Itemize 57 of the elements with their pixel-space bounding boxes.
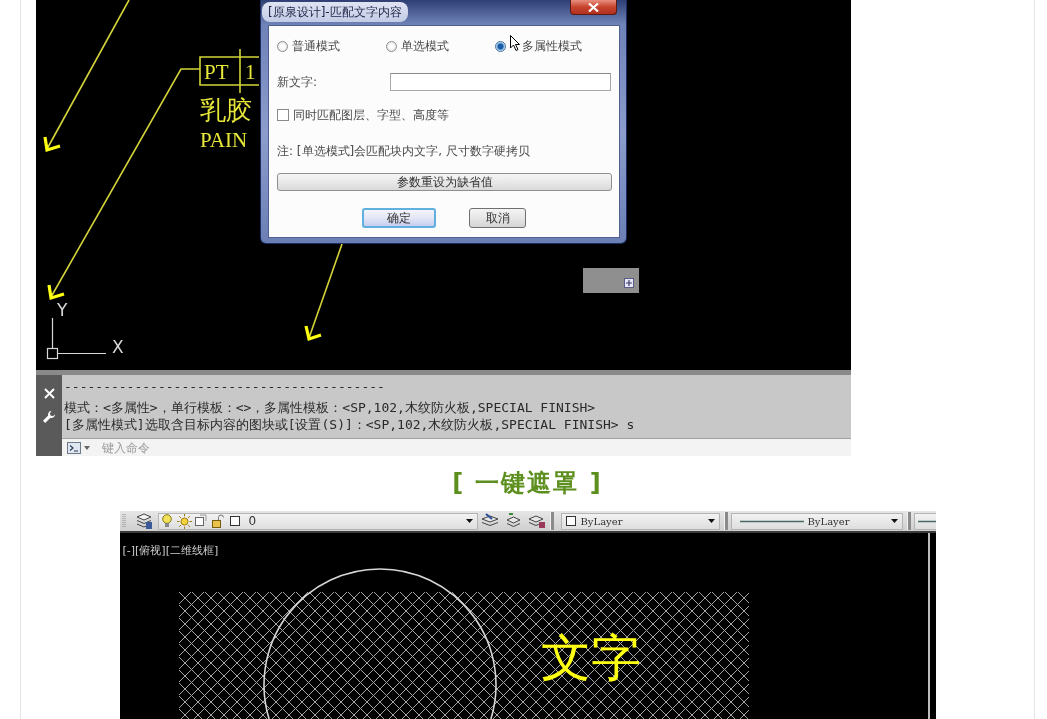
tag-number: 1 bbox=[245, 60, 256, 84]
dialog-title: [原泉设计]-匹配文字内容 bbox=[262, 2, 408, 22]
line-sample-icon bbox=[917, 519, 936, 523]
radio-label[interactable]: 单选模式 bbox=[401, 38, 449, 54]
section-caption: [ 一键遮罩 ] bbox=[451, 468, 604, 499]
close-icon bbox=[588, 2, 599, 12]
layers-icon[interactable] bbox=[480, 513, 499, 529]
color-dropdown[interactable]: ByLayer bbox=[560, 512, 720, 530]
checkbox-label[interactable]: 同时匹配图层、字型、高度等 bbox=[293, 106, 449, 124]
layers-icon[interactable] bbox=[505, 513, 521, 529]
prompt-icon[interactable] bbox=[67, 441, 81, 454]
ucs-icon bbox=[46, 317, 107, 360]
radio-label[interactable]: 普通模式 bbox=[292, 38, 340, 54]
radio-label[interactable]: 多属性模式 bbox=[522, 38, 582, 54]
tag-frame bbox=[199, 48, 260, 94]
caret-icon bbox=[890, 519, 898, 523]
drawing-label: PAIN bbox=[200, 130, 248, 151]
command-history-line: [多属性模式]选取含目标内容的图块或[设置(S)]：<SP,102,木纹防火板,SPECIAL FINISH> s bbox=[64, 416, 635, 433]
new-text-field[interactable] bbox=[390, 73, 611, 91]
note-text: 注: [单选模式]会匹配块内文字, 尺寸数字硬拷贝 bbox=[277, 143, 531, 159]
viewport-label[interactable]: [-][俯视][二维线框] bbox=[122, 544, 219, 557]
plus-icon[interactable] bbox=[624, 278, 634, 288]
color-swatch-icon bbox=[565, 516, 576, 526]
axis-label: Y bbox=[57, 300, 68, 320]
bulb-icon bbox=[161, 514, 172, 528]
drawing-label: 乳胶 bbox=[200, 97, 252, 123]
layer-dropdown[interactable]: 0 bbox=[157, 512, 478, 530]
layers-icon[interactable] bbox=[527, 513, 546, 529]
wrench-icon[interactable] bbox=[42, 410, 56, 424]
grip-icon[interactable] bbox=[121, 513, 126, 529]
linetype-dropdown[interactable]: ByLayer bbox=[730, 512, 903, 530]
command-history-line: 模式：<多属性>，单行模板：<>，多属性模板：<SP,102,木纹防火板,SPECIAL FINISH> bbox=[64, 399, 596, 416]
layers-icon[interactable] bbox=[134, 512, 153, 530]
close-button[interactable] bbox=[570, 0, 617, 15]
radio-button[interactable] bbox=[277, 40, 288, 52]
caret-icon bbox=[465, 519, 473, 523]
radio-button[interactable] bbox=[386, 40, 397, 52]
lock-icon bbox=[211, 514, 224, 528]
color-swatch-icon bbox=[229, 516, 240, 526]
close-icon[interactable] bbox=[43, 388, 55, 399]
cancel-button[interactable]: 取消 bbox=[469, 208, 526, 228]
sun-icon bbox=[176, 513, 192, 529]
reset-defaults-button[interactable]: 参数重设为缺省值 bbox=[277, 173, 612, 191]
line-sample-icon bbox=[739, 519, 804, 523]
radio-button[interactable] bbox=[495, 40, 506, 52]
command-input[interactable]: 键入命令 bbox=[102, 439, 302, 456]
tag-code: PT bbox=[204, 60, 229, 84]
dropdown[interactable] bbox=[913, 512, 936, 530]
cursor-icon bbox=[510, 35, 520, 51]
caret-icon bbox=[707, 519, 715, 523]
field-label: 新文字: bbox=[277, 73, 319, 91]
command-history-line: ----------------------------------------- bbox=[64, 378, 385, 395]
ok-button[interactable]: 确定 bbox=[362, 208, 436, 228]
checkbox[interactable] bbox=[277, 109, 289, 121]
caret-icon[interactable] bbox=[84, 445, 90, 450]
axis-label: X bbox=[112, 337, 124, 357]
viewport-icon bbox=[194, 514, 207, 528]
